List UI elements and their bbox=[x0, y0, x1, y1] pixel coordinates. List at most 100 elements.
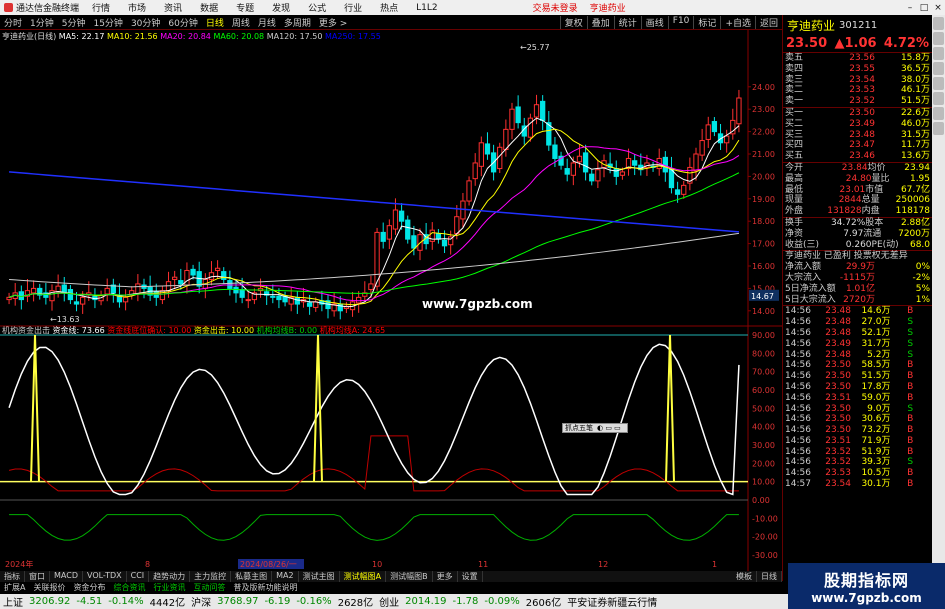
menu-item-industry[interactable]: 行业 bbox=[335, 1, 371, 14]
overlay-button[interactable]: 叠加 bbox=[586, 15, 614, 29]
bid-row-cell: 11.7万 bbox=[900, 140, 930, 151]
add-watchlist-button[interactable]: +自选 bbox=[720, 15, 755, 29]
period-tab-daily[interactable]: 日线 bbox=[202, 16, 228, 29]
period-tab-timeshare[interactable]: 分时 bbox=[0, 16, 26, 29]
trade-row-cell: 14:56 bbox=[785, 403, 811, 414]
price-tick: 21.00 bbox=[752, 150, 775, 159]
menu-item-formula[interactable]: 公式 bbox=[299, 1, 335, 14]
indicator-tick: 80.00 bbox=[752, 349, 775, 358]
sidebar-button[interactable] bbox=[933, 77, 944, 90]
menu-item-hot[interactable]: 热点 bbox=[371, 1, 407, 14]
tab-private-main[interactable]: 私募主图 bbox=[231, 571, 273, 582]
tab-more[interactable]: 更多 bbox=[433, 571, 458, 582]
candle-body bbox=[61, 284, 67, 294]
tab-industry-news[interactable]: 行业资讯 bbox=[149, 582, 189, 593]
app-logo: 通达信金融终端 bbox=[0, 1, 83, 14]
drawing-toolbox[interactable]: 抓点五笔 ◐ ▭ ▭ bbox=[562, 423, 628, 433]
tab-trend-power[interactable]: 趋势动力 bbox=[149, 571, 191, 582]
tab-test-main[interactable]: 测试主图 bbox=[299, 571, 340, 582]
ask-row-cell: 23.56 bbox=[849, 53, 875, 63]
kline-chart[interactable]: 24.00 23.00 22.00 21.00 20.00 19.00 18.00 17.00… bbox=[0, 30, 782, 571]
login-warning[interactable]: 交易未登录 bbox=[527, 1, 584, 14]
period-tab-weekly[interactable]: 周线 bbox=[228, 16, 254, 29]
stat-row-cell: 最高 bbox=[785, 173, 804, 184]
draw-button[interactable]: 画线 bbox=[640, 15, 668, 29]
tab-settings[interactable]: 设置 bbox=[458, 571, 483, 582]
stat-row: 换手 34.72% 股本 2.88亿 bbox=[783, 218, 932, 229]
trade-row-cell: 14.6万 bbox=[861, 306, 891, 317]
right-sidebar bbox=[932, 15, 945, 581]
trade-row-cell: 23.50 bbox=[825, 403, 851, 414]
f10-button[interactable]: F10 bbox=[667, 15, 694, 29]
toolbox-icons[interactable]: ◐ ▭ ▭ bbox=[597, 424, 621, 432]
candle-body bbox=[411, 235, 417, 249]
ask-row-cell: 卖三 bbox=[785, 74, 804, 85]
tab-indicator[interactable]: 指标 bbox=[0, 571, 25, 582]
tab-macd[interactable]: MACD bbox=[50, 571, 83, 582]
tab-test-sub-b[interactable]: 测试幅图B bbox=[386, 571, 433, 582]
candle-body bbox=[527, 117, 534, 138]
menu-item-topics[interactable]: 专题 bbox=[227, 1, 263, 14]
tab-composite-news[interactable]: 综合资讯 bbox=[109, 582, 149, 593]
trade-row-cell: B bbox=[907, 468, 914, 479]
period-tab-30min[interactable]: 30分钟 bbox=[127, 16, 164, 29]
adjust-button[interactable]: 复权 bbox=[559, 15, 587, 29]
app-window: { "menubar": { "app_title": "通达信金融终端", "… bbox=[0, 0, 945, 609]
tab-fund-dist[interactable]: 资金分布 bbox=[69, 582, 109, 593]
period-tab-60min[interactable]: 60分钟 bbox=[164, 16, 201, 29]
tab-window[interactable]: 窗口 bbox=[25, 571, 50, 582]
indicator-tick: -20.00 bbox=[752, 533, 778, 542]
sidebar-button[interactable] bbox=[933, 47, 944, 60]
stats-button[interactable]: 统计 bbox=[613, 15, 641, 29]
period-tab-15min[interactable]: 15分钟 bbox=[89, 16, 126, 29]
tab-main-monitor[interactable]: 主力监控 bbox=[190, 571, 232, 582]
cy-label[interactable]: 创业 bbox=[376, 594, 402, 609]
sidebar-button[interactable] bbox=[933, 92, 944, 105]
sidebar-button[interactable] bbox=[933, 62, 944, 75]
period-tab-monthly[interactable]: 月线 bbox=[254, 16, 280, 29]
menu-item-news[interactable]: 资讯 bbox=[155, 1, 191, 14]
mark-button[interactable]: 标记 bbox=[693, 15, 720, 29]
candle-body bbox=[576, 155, 583, 163]
maximize-icon[interactable]: □ bbox=[917, 3, 931, 13]
period-tab-more[interactable]: 更多 > bbox=[315, 16, 351, 29]
tab-related-quotes[interactable]: 关联报价 bbox=[29, 582, 69, 593]
sidebar-button[interactable] bbox=[933, 122, 944, 135]
tab-template[interactable]: 模板 bbox=[732, 571, 757, 582]
tab-new-features[interactable]: 普及版新功能说明 bbox=[229, 582, 301, 593]
menu-item-quotes[interactable]: 行情 bbox=[83, 1, 119, 14]
info-tabs: 扩展A 关联报价 资金分布 综合资讯 行业资讯 互动问答 普及版新功能说明 bbox=[0, 582, 782, 593]
date-tick: 2024/08/26/一 bbox=[240, 560, 297, 569]
period-tab-multi[interactable]: 多周期 bbox=[280, 16, 315, 29]
minimize-icon[interactable]: – bbox=[903, 3, 917, 13]
menu-item-l1l2[interactable]: L1L2 bbox=[407, 3, 446, 13]
tab-daily-right[interactable]: 日线 bbox=[757, 571, 782, 582]
back-button[interactable]: 返回 bbox=[754, 15, 782, 29]
trade-row-cell: 14:56 bbox=[785, 446, 811, 457]
sz-label[interactable]: 沪深 bbox=[188, 594, 214, 609]
tab-ma2[interactable]: MA2 bbox=[272, 571, 299, 582]
menu-item-data[interactable]: 数据 bbox=[191, 1, 227, 14]
candle-body bbox=[398, 210, 405, 222]
stat-row-cell: 68.0 bbox=[909, 239, 931, 250]
flow-row-cell: -1115万 bbox=[839, 272, 875, 283]
tab-cci[interactable]: CCI bbox=[127, 571, 150, 582]
sidebar-button[interactable] bbox=[933, 32, 944, 45]
menu-item-discover[interactable]: 发现 bbox=[263, 1, 299, 14]
period-tab-5min[interactable]: 5分钟 bbox=[58, 16, 90, 29]
period-tab-1min[interactable]: 1分钟 bbox=[26, 16, 58, 29]
tab-ext-a[interactable]: 扩展A bbox=[0, 582, 29, 593]
close-icon[interactable]: × bbox=[931, 3, 945, 13]
quote-title: 亨迪药业 301211 bbox=[783, 15, 932, 35]
sh-label[interactable]: 上证 bbox=[0, 594, 26, 609]
candle-body bbox=[533, 104, 540, 118]
trade-row-cell: 14:56 bbox=[785, 381, 811, 392]
tab-qa[interactable]: 互动问答 bbox=[189, 582, 229, 593]
sidebar-button[interactable] bbox=[933, 17, 944, 30]
sidebar-button[interactable] bbox=[933, 107, 944, 120]
tab-vol-tdx[interactable]: VOL-TDX bbox=[83, 571, 127, 582]
menu-item-market[interactable]: 市场 bbox=[119, 1, 155, 14]
tab-test-sub-a[interactable]: 测试幅图A bbox=[340, 571, 387, 582]
trade-row-cell: 27.0万 bbox=[861, 317, 891, 328]
candle-body bbox=[429, 229, 435, 242]
